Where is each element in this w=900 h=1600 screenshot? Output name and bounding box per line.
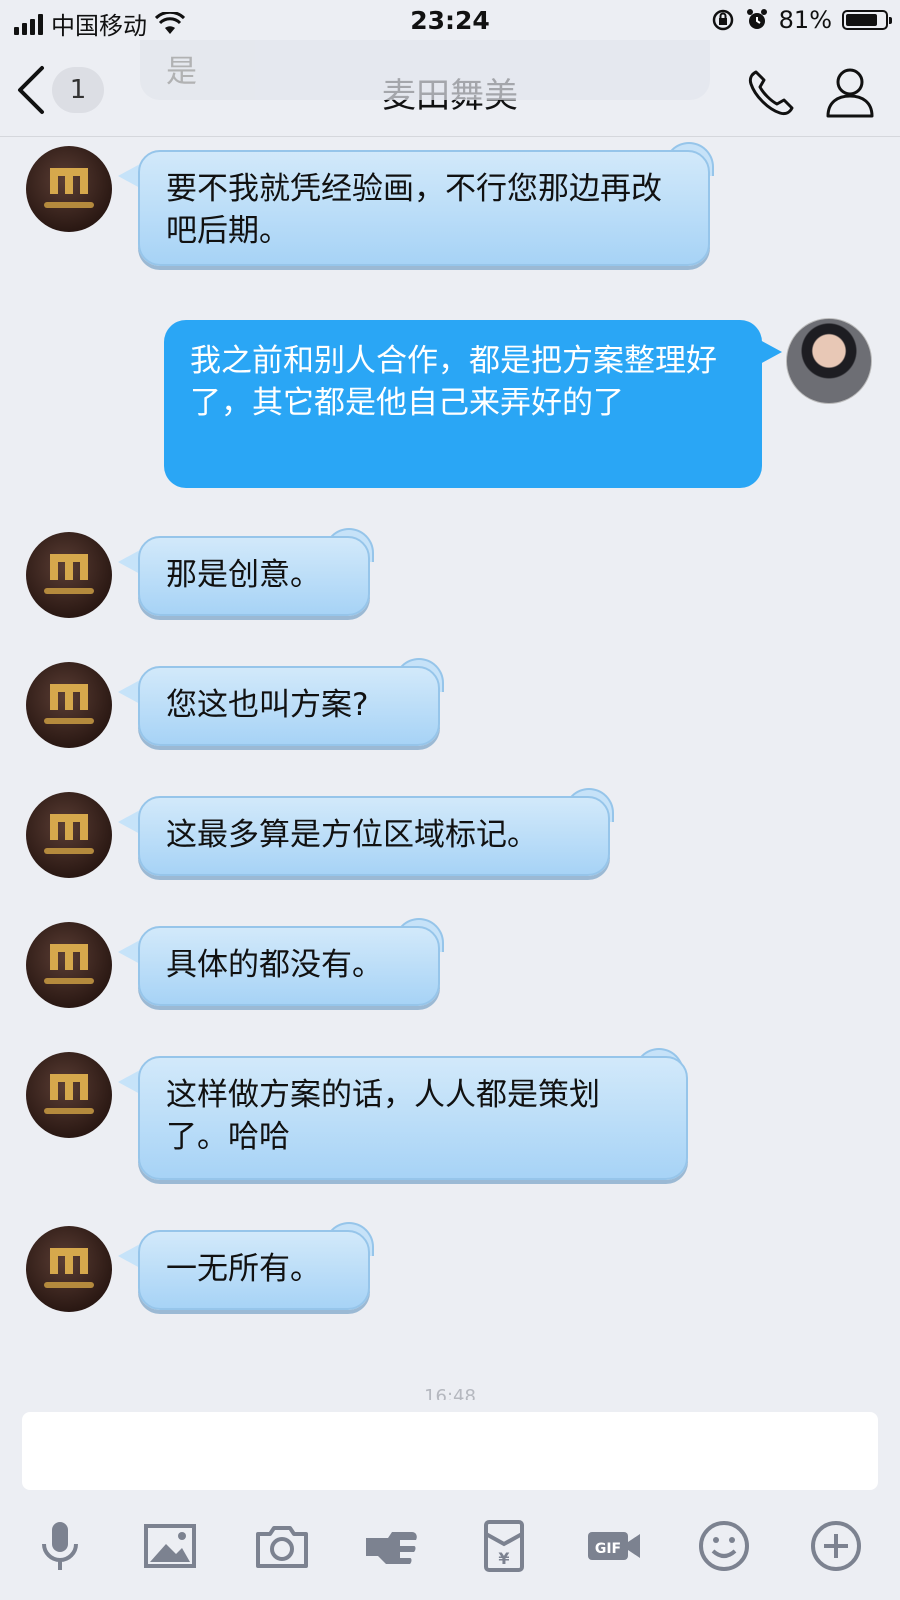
phone-icon[interactable] xyxy=(744,66,798,120)
message-bubble[interactable]: 您这也叫方案? xyxy=(138,666,440,746)
status-bar: 中国移动 23:24 81% xyxy=(0,0,900,44)
bubble-tail xyxy=(760,340,782,364)
brand-logo-icon xyxy=(44,554,94,594)
contact-avatar[interactable] xyxy=(26,922,112,1008)
message-bubble[interactable]: 那是创意。 xyxy=(138,536,370,616)
brand-logo-icon xyxy=(44,168,94,208)
message-bubble[interactable]: 这样做方案的话，人人都是策划了。哈哈 xyxy=(138,1056,688,1180)
message-bubble[interactable]: 要不我就凭经验画，不行您那边再改吧后期。 xyxy=(138,150,710,266)
gif-icon[interactable]: GIF xyxy=(584,1516,644,1576)
user-avatar[interactable] xyxy=(786,318,872,404)
bubble-tail xyxy=(118,680,140,704)
message-bubble[interactable]: 这最多算是方位区域标记。 xyxy=(138,796,610,876)
plus-icon[interactable] xyxy=(806,1516,866,1576)
bubble-tail xyxy=(118,164,140,188)
profile-icon[interactable] xyxy=(822,64,878,120)
battery-nub xyxy=(889,17,892,24)
previous-message-partial: 是 xyxy=(140,40,710,100)
contact-avatar[interactable] xyxy=(26,532,112,618)
camera-icon[interactable] xyxy=(252,1516,312,1576)
brand-logo-icon xyxy=(44,684,94,724)
previous-message-text: 是 xyxy=(166,54,197,90)
battery-fill xyxy=(846,14,877,26)
contact-avatar[interactable] xyxy=(26,662,112,748)
alarm-icon xyxy=(746,9,767,29)
brand-logo-icon xyxy=(44,1248,94,1288)
bubble-tail xyxy=(118,1244,140,1268)
bubble-tail xyxy=(118,1070,140,1094)
gif-label: GIF xyxy=(595,1541,621,1557)
brand-logo-icon xyxy=(44,944,94,984)
message-bubble[interactable]: 一无所有。 xyxy=(138,1230,370,1310)
image-icon[interactable] xyxy=(140,1516,200,1576)
bubble-tail xyxy=(118,940,140,964)
emoji-icon[interactable] xyxy=(694,1516,754,1576)
contact-avatar[interactable] xyxy=(26,1226,112,1312)
battery-percent: 81% xyxy=(778,6,832,34)
brand-logo-icon xyxy=(44,1074,94,1114)
message-bubble[interactable]: 我之前和别人合作，都是把方案整理好了，其它都是他自己来弄好的了 xyxy=(164,320,762,488)
input-bar: ¥ GIF xyxy=(0,1400,900,1600)
bubble-tail xyxy=(118,810,140,834)
red-packet-icon[interactable]: ¥ xyxy=(474,1516,534,1576)
brand-logo-icon xyxy=(44,814,94,854)
status-right: 81% xyxy=(711,6,892,34)
message-timestamp: 16:48 xyxy=(424,1386,476,1400)
rotation-lock-icon xyxy=(712,9,733,31)
message-bubble[interactable]: 具体的都没有。 xyxy=(138,926,440,1006)
microphone-icon[interactable] xyxy=(30,1516,90,1576)
contact-avatar[interactable] xyxy=(26,792,112,878)
contact-avatar[interactable] xyxy=(26,1052,112,1138)
poke-icon[interactable] xyxy=(362,1516,422,1576)
contact-avatar[interactable] xyxy=(26,146,112,232)
yuan-label: ¥ xyxy=(498,1549,509,1568)
bubble-tail xyxy=(118,550,140,574)
message-input[interactable] xyxy=(22,1412,878,1490)
battery-icon xyxy=(842,10,892,30)
